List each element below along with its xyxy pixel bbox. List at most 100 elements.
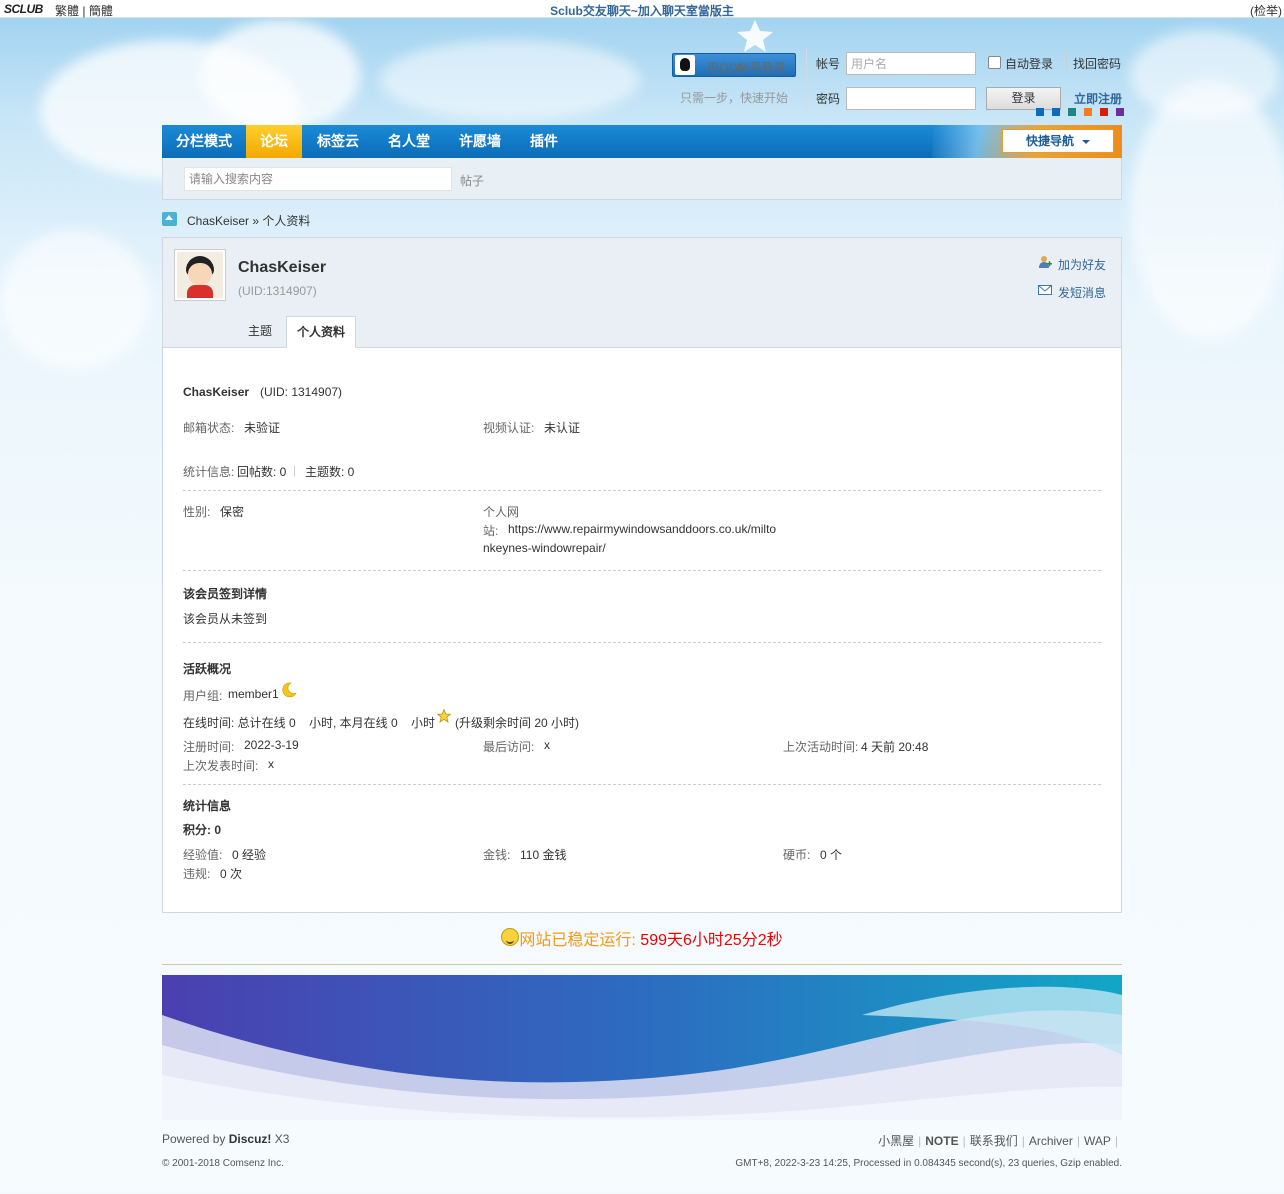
username-input[interactable] xyxy=(846,52,976,75)
style-swatch[interactable] xyxy=(1068,108,1076,116)
divider xyxy=(806,48,807,112)
version-label: X3 xyxy=(274,1132,290,1146)
signin-text: 该会员从未签到 xyxy=(183,612,268,626)
nav-item[interactable]: 论坛 xyxy=(246,125,302,158)
profile-uid-line: (UID: 1314907) xyxy=(260,385,343,399)
style-swatch[interactable] xyxy=(1052,108,1060,116)
nav-item[interactable]: 插件 xyxy=(516,125,572,158)
divider: | xyxy=(293,463,297,477)
star-decoration xyxy=(737,20,773,52)
qq-penguin-icon xyxy=(675,55,695,75)
nav-item[interactable]: 标签云 xyxy=(303,125,373,158)
site-runtime: 网站已稳定运行: 599天6小时25分2秒 xyxy=(0,926,1284,950)
usergroup-link[interactable]: member1 xyxy=(228,687,279,701)
smile-icon xyxy=(501,928,520,946)
tab-profile[interactable]: 个人资料 xyxy=(286,316,357,348)
auto-login-label[interactable]: 自动登录 xyxy=(1005,55,1053,72)
add-friend-icon xyxy=(1039,256,1052,268)
tab-topics[interactable]: 主题 xyxy=(238,316,282,348)
background-cloud xyxy=(380,40,640,120)
footer-link[interactable]: 小黑屋 xyxy=(878,1134,914,1148)
footer-link[interactable]: 联系我们 xyxy=(970,1134,1018,1148)
send-message-label: 发短消息 xyxy=(1058,286,1107,300)
style-swatch[interactable] xyxy=(1036,108,1044,116)
email-status-value: 未验证 xyxy=(244,421,281,435)
website-link-cont[interactable]: nkeynes-windowrepair/ xyxy=(483,541,606,555)
divider xyxy=(183,490,1101,491)
home-icon[interactable] xyxy=(162,212,177,226)
nav-item[interactable]: 名人堂 xyxy=(374,125,444,158)
style-swatch[interactable] xyxy=(1100,108,1108,116)
moon-icon xyxy=(282,682,297,698)
divider xyxy=(1066,52,1067,70)
topic-count-link[interactable]: 主题数: 0 xyxy=(305,463,354,480)
coin-value: 0 个 xyxy=(820,848,843,862)
copyright: © 2001-2018 Comsenz Inc. xyxy=(162,1158,284,1169)
site-announcement[interactable]: Sclub交友聊天~加入聊天室當版主 xyxy=(0,2,1284,19)
last-visit-label: 最后访问: xyxy=(483,740,535,754)
footer-link[interactable]: WAP xyxy=(1084,1134,1111,1148)
style-swatch[interactable] xyxy=(1084,108,1092,116)
style-swatch[interactable] xyxy=(1116,108,1124,116)
quick-nav-label: 快捷导航 xyxy=(1025,134,1074,148)
register-link[interactable]: 立即注册 xyxy=(1074,90,1122,107)
avatar[interactable] xyxy=(174,249,226,301)
money-label: 金钱: xyxy=(483,848,511,862)
nav-item[interactable]: 许愿墙 xyxy=(445,125,515,158)
background-cloud xyxy=(1130,30,1280,120)
auto-login-checkbox[interactable] xyxy=(988,56,1001,69)
website-link[interactable]: https://www.repairmywindowsanddoors.co.u… xyxy=(508,522,776,536)
footer-wave-banner xyxy=(162,975,1122,1120)
footer-link[interactable]: NOTE xyxy=(925,1134,958,1148)
breadcrumb-text[interactable]: ChasKeiser » 个人资料 xyxy=(187,212,310,229)
add-friend-label: 加为好友 xyxy=(1058,258,1107,272)
divider: | xyxy=(1021,1134,1025,1148)
video-auth-label: 视频认证: xyxy=(483,421,535,435)
search-bar: 帖子 xyxy=(162,158,1122,200)
points-value: 积分: 0 xyxy=(183,823,222,837)
profile-name-line: ChasKeiser xyxy=(183,385,250,399)
stats-label: 统计信息: xyxy=(183,465,235,479)
divider xyxy=(183,642,1101,643)
account-label: 帐号 xyxy=(816,57,841,71)
divider: | xyxy=(1076,1134,1080,1148)
profile-uid: (UID:1314907) xyxy=(238,284,317,298)
find-password-link[interactable]: 找回密码 xyxy=(1073,55,1121,72)
chevron-down-icon xyxy=(1082,139,1090,144)
login-button[interactable]: 登录 xyxy=(986,87,1061,110)
online-time: 在线时间: 总计在线 0 小时, 本月在线 0 小时 xyxy=(183,716,436,730)
nav-item[interactable]: 分栏模式 xyxy=(162,125,246,158)
signin-title: 该会员签到详情 xyxy=(183,587,268,601)
last-post-label: 上次发表时间: xyxy=(183,759,259,773)
gender-label: 性别: xyxy=(183,505,211,519)
background-cloud xyxy=(0,230,150,370)
last-active-label: 上次活动时间: xyxy=(783,740,859,754)
runtime-prefix: 网站已稳定运行: xyxy=(519,932,641,949)
footer-link[interactable]: Archiver xyxy=(1029,1134,1073,1148)
qq-login-label: 用QQ帐号登录 xyxy=(707,61,786,75)
reply-count-link[interactable]: 回帖数: 0 xyxy=(237,463,286,480)
quick-nav-button[interactable]: 快捷导航 xyxy=(1002,129,1114,153)
profile-header: ChasKeiser (UID:1314907) 加为好友 发短消息 主题 个人… xyxy=(163,238,1121,348)
violation-value: 0 次 xyxy=(220,867,243,881)
activity-title: 活跃概况 xyxy=(183,662,232,676)
gender-value: 保密 xyxy=(220,505,245,519)
money-value: 110 金钱 xyxy=(520,848,567,862)
discuz-link[interactable]: Discuz! xyxy=(229,1132,272,1146)
divider: | xyxy=(962,1134,966,1148)
exp-label: 经验值: xyxy=(183,848,223,862)
search-input[interactable] xyxy=(184,167,452,191)
search-type-select[interactable]: 帖子 xyxy=(460,172,484,189)
upgrade-note: (升级剩余时间 20 小时) xyxy=(455,716,580,730)
password-input[interactable] xyxy=(846,87,976,110)
background-cloud xyxy=(200,20,360,130)
last-post-value: x xyxy=(268,757,274,771)
qq-login-button[interactable]: 用QQ帐号登录 xyxy=(672,53,796,77)
stats-title: 统计信息 xyxy=(183,799,232,813)
profile-panel: ChasKeiser (UID:1314907) 加为好友 发短消息 主题 个人… xyxy=(162,237,1122,913)
report-link[interactable]: (检举) xyxy=(1250,2,1282,19)
divider xyxy=(183,570,1101,571)
envelope-icon xyxy=(1038,285,1052,295)
footer-links: 小黑屋 | NOTE | 联系我们 | Archiver | WAP | xyxy=(878,1132,1122,1149)
divider: | xyxy=(1114,1134,1118,1148)
